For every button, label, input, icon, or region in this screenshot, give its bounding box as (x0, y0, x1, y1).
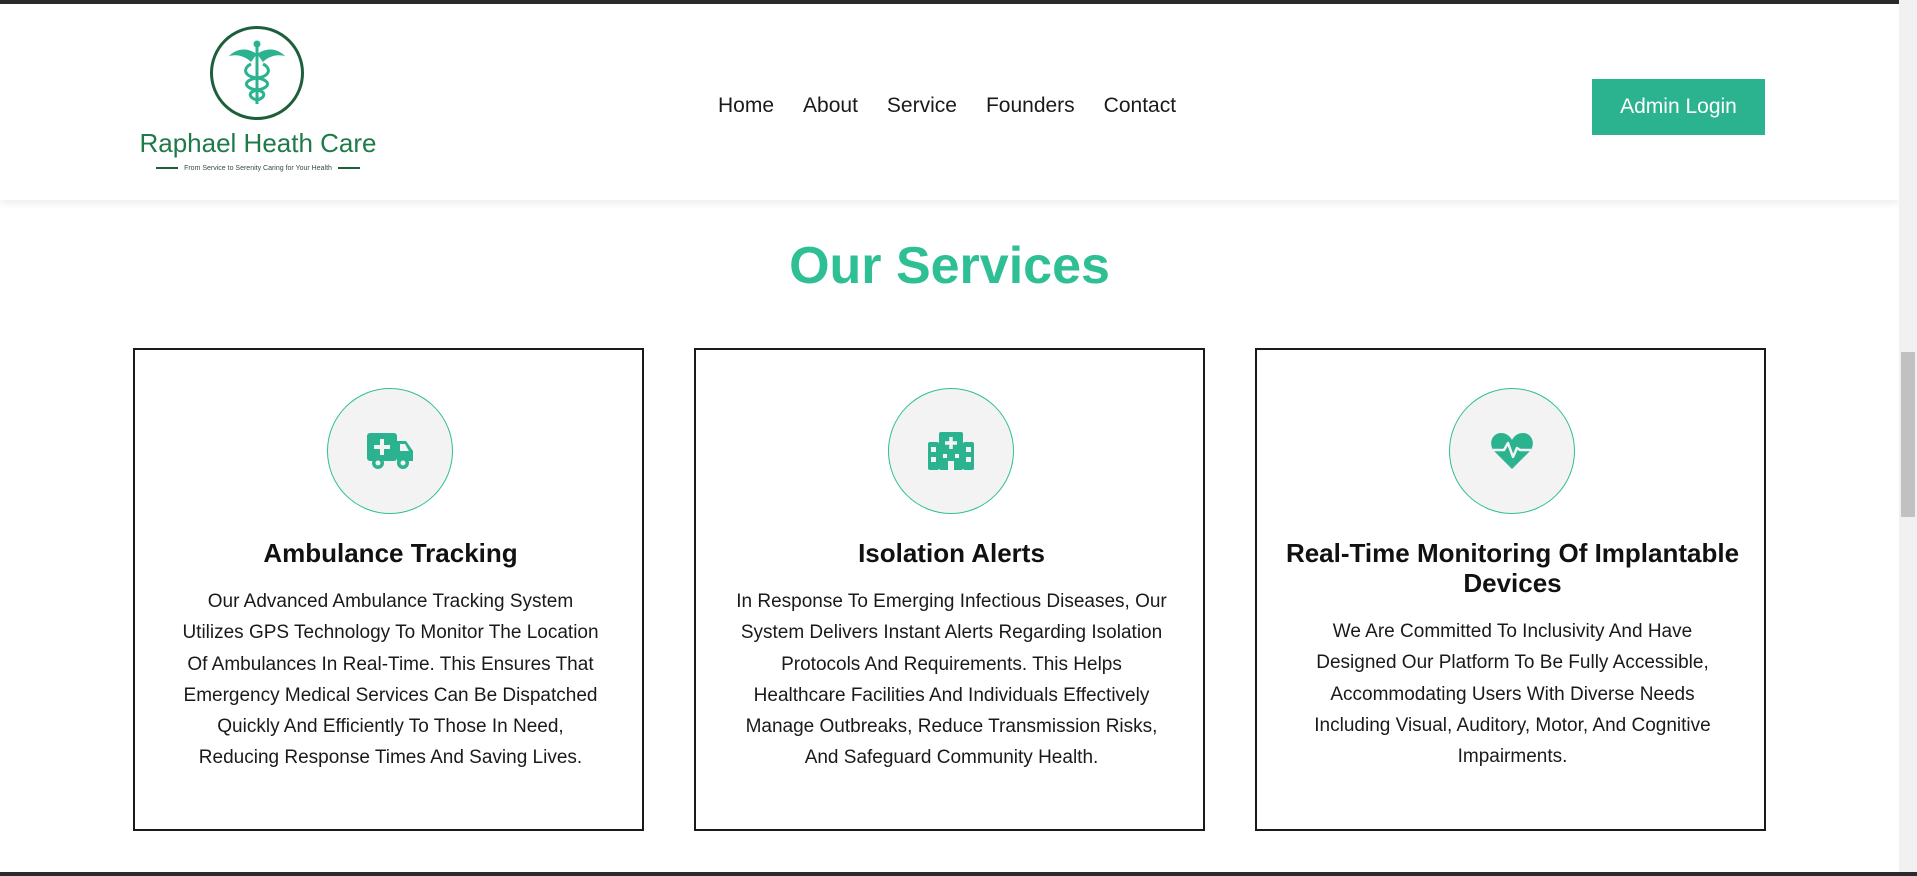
card-title: Real-Time Monitoring Of Implantable Devi… (1277, 538, 1748, 598)
brand-logo[interactable]: Raphael Heath Care From Service to Seren… (138, 24, 378, 180)
card-title-line: Real-Time Monitoring Of Implantable (1285, 538, 1740, 568)
hospital-icon (888, 388, 1014, 514)
description-line: Accommodating Users With Diverse Needs (1330, 683, 1695, 705)
scrollbar-thumb[interactable] (1901, 352, 1915, 517)
description-line: Designed Our Platform To Be Fully Access… (1316, 652, 1709, 674)
card-description: In Response To Emerging Infectious Disea… (726, 586, 1177, 774)
description-line: Manage Outbreaks, Reduce Transmission Ri… (745, 716, 1158, 738)
caduceus-icon (210, 26, 304, 120)
brand-name: Raphael Heath Care (139, 128, 377, 158)
ambulance-icon (327, 388, 453, 514)
service-card-monitoring: Real-Time Monitoring Of Implantable Devi… (1255, 348, 1766, 831)
nav-about[interactable]: About (803, 94, 858, 118)
service-card-ambulance: Ambulance Tracking Our Advanced Ambulanc… (133, 348, 644, 831)
card-title: Ambulance Tracking (263, 538, 518, 568)
description-line: System Delivers Instant Alerts Regarding… (740, 622, 1163, 644)
description-line: We Are Committed To Inclusivity And Have (1332, 621, 1693, 642)
admin-login-button[interactable]: Admin Login (1592, 79, 1765, 135)
description-line: Utilizes GPS Technology To Monitor The L… (182, 622, 599, 644)
description-line: Including Visual, Auditory, Motor, And C… (1314, 714, 1711, 736)
heart-pulse-icon (1449, 388, 1575, 514)
services-title: Our Services (789, 237, 1110, 295)
tagline-divider (156, 167, 179, 169)
brand-tagline: From Service to Serenity Caring for Your… (184, 164, 332, 172)
nav-contact[interactable]: Contact (1104, 94, 1176, 118)
service-card-isolation: Isolation Alerts In Response To Emerging… (694, 348, 1205, 831)
card-description: We Are Committed To Inclusivity And Have… (1287, 616, 1738, 772)
nav-home[interactable]: Home (718, 94, 774, 118)
description-line: Healthcare Facilities And Individuals Ef… (753, 684, 1150, 706)
bottom-border (0, 872, 1917, 876)
card-description: Our Advanced Ambulance Tracking System U… (165, 586, 616, 774)
description-line: Protocols And Requirements. This Helps (781, 653, 1122, 675)
nav-service[interactable]: Service (887, 94, 957, 118)
description-line: Impairments. (1457, 746, 1568, 768)
page-scrollbar[interactable] (1899, 0, 1917, 876)
description-line: Of Ambulances In Real-Time. This Ensures… (187, 653, 594, 675)
description-line: Reducing Response Times And Saving Lives… (198, 747, 583, 769)
main-nav: Home About Service Founders Contact (718, 94, 1176, 118)
description-line: In Response To Emerging Infectious Disea… (736, 591, 1167, 612)
card-title-line: Devices (1463, 568, 1562, 598)
description-line: Quickly And Efficiently To Those In Need… (217, 716, 564, 738)
description-line: Emergency Medical Services Can Be Dispat… (183, 684, 598, 706)
nav-founders[interactable]: Founders (986, 94, 1075, 118)
brand-tagline-row: From Service to Serenity Caring for Your… (142, 162, 374, 174)
description-line: Our Advanced Ambulance Tracking System (207, 591, 574, 612)
tagline-divider (337, 167, 360, 169)
description-line: And Safeguard Community Health. (804, 747, 1099, 769)
site-header: Raphael Heath Care From Service to Seren… (0, 4, 1899, 200)
card-title: Isolation Alerts (858, 538, 1045, 568)
